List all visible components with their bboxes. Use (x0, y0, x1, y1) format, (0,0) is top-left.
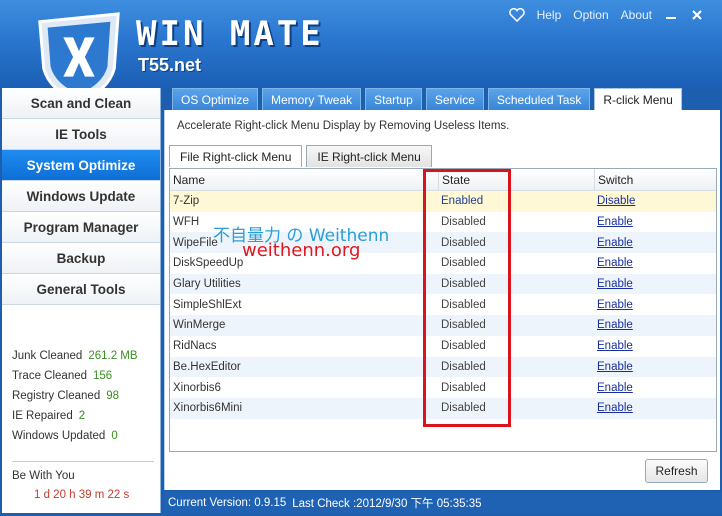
page-description: Accelerate Right-click Menu Display by R… (177, 120, 510, 132)
row-name: Glary Utilities (173, 278, 241, 291)
stat-ie-repaired: IE Repaired 2 (12, 406, 152, 426)
app-subtitle: T55.net (138, 55, 202, 75)
row-state: Disabled (441, 381, 486, 394)
sidebar-item-scan-and-clean[interactable]: Scan and Clean (2, 88, 160, 119)
stat-label: IE Repaired (12, 410, 73, 422)
minimize-icon[interactable] (664, 8, 678, 22)
table-row[interactable]: Xinorbis6 Disabled Enable (170, 377, 716, 398)
option-link[interactable]: Option (573, 8, 608, 22)
main-tabs: OS Optimize Memory Tweak Startup Service… (172, 88, 682, 110)
row-state: Disabled (441, 360, 486, 373)
stats-panel: Junk Cleaned 261.2 MB Trace Cleaned 156 Re… (12, 346, 152, 446)
help-link[interactable]: Help (537, 8, 562, 22)
row-switch-link[interactable]: Enable (597, 402, 633, 414)
watermark-url: weithenn.org (242, 240, 361, 261)
stat-label: Registry Cleaned (12, 390, 101, 402)
sidebar-item-windows-update[interactable]: Windows Update (2, 181, 160, 212)
stat-label: Trace Cleaned (12, 370, 88, 382)
row-name: RidNacs (173, 340, 217, 353)
stat-registry-cleaned: Registry Cleaned 98 (12, 386, 152, 406)
row-state: Disabled (441, 278, 486, 291)
row-state: Disabled (441, 319, 486, 332)
column-header-state[interactable]: State (438, 169, 594, 190)
row-switch-link[interactable]: Enable (597, 361, 633, 373)
row-name: Xinorbis6Mini (173, 402, 243, 415)
uptime-value: 1 d 20 h 39 m 22 s (34, 489, 130, 501)
column-header-switch[interactable]: Switch (594, 169, 716, 190)
subtab-file-right-click-menu[interactable]: File Right-click Menu (169, 145, 303, 167)
row-name: SimpleShlExt (173, 298, 242, 311)
heart-icon[interactable] (508, 8, 525, 22)
table-header: Name State Switch (170, 169, 716, 191)
row-state: Disabled (441, 216, 486, 229)
stat-value: 98 (106, 390, 120, 402)
tab-scheduled-task[interactable]: Scheduled Task (487, 88, 591, 110)
stat-label: Windows Updated (12, 430, 106, 442)
close-icon[interactable] (690, 8, 704, 22)
be-with-you-label: Be With You (12, 470, 75, 482)
row-state: Disabled (441, 340, 486, 353)
row-name: 7-Zip (173, 195, 200, 208)
row-switch-link[interactable]: Enable (597, 278, 633, 290)
last-check: Last Check :2012/9/30 下午 05:35:35 (292, 498, 482, 510)
row-switch-link[interactable]: Enable (597, 237, 633, 249)
sidebar-item-general-tools[interactable]: General Tools (2, 274, 160, 305)
row-state: Disabled (441, 257, 486, 270)
top-links: Help Option About (508, 8, 704, 22)
tab-service[interactable]: Service (425, 88, 484, 110)
row-switch-link[interactable]: Disable (597, 195, 635, 207)
current-version: Current Version: 0.9.15 (168, 497, 287, 509)
row-name: Be.HexEditor (173, 360, 241, 373)
menu-items-table: Name State Switch 7-Zip Enabled Disable WFH… (169, 168, 717, 452)
tab-r-click-menu[interactable]: R-click Menu (594, 88, 682, 110)
row-switch-link[interactable]: Enable (597, 257, 633, 269)
row-switch-link[interactable]: Enable (597, 382, 633, 394)
sub-tabs: File Right-click Menu IE Right-click Men… (169, 145, 432, 167)
app-header: WIN MATE T55.net Help Option About (0, 0, 722, 104)
row-switch-link[interactable]: Enable (597, 340, 633, 352)
status-bar: Current Version: 0.9.15 Last Check :2012… (164, 492, 722, 514)
tab-memory-tweak[interactable]: Memory Tweak (262, 88, 362, 110)
sidebar-item-system-optimize[interactable]: System Optimize (2, 150, 160, 181)
row-name: WinMerge (173, 319, 226, 332)
sidebar-item-backup[interactable]: Backup (2, 243, 160, 274)
row-switch-link[interactable]: Enable (597, 319, 633, 331)
row-state: Disabled (441, 236, 486, 249)
row-state: Disabled (441, 402, 486, 415)
refresh-button[interactable]: Refresh (645, 459, 708, 483)
table-row[interactable]: Glary Utilities Disabled Enable (170, 273, 716, 295)
row-state: Enabled (441, 195, 484, 208)
stat-trace-cleaned: Trace Cleaned 156 (12, 366, 152, 386)
stat-value: 0 (111, 430, 118, 442)
stat-windows-updated: Windows Updated 0 (12, 426, 152, 446)
stat-value: 156 (93, 370, 113, 382)
table-row[interactable]: Xinorbis6Mini Disabled Enable (170, 397, 716, 419)
row-switch-link[interactable]: Enable (597, 299, 633, 311)
subtab-ie-right-click-menu[interactable]: IE Right-click Menu (306, 145, 432, 167)
divider (12, 461, 154, 462)
sidebar: Scan and Clean IE Tools System Optimize … (2, 88, 161, 513)
sidebar-item-program-manager[interactable]: Program Manager (2, 212, 160, 243)
row-name: Xinorbis6 (173, 381, 221, 394)
table-row[interactable]: RidNacs Disabled Enable (170, 336, 716, 357)
app-title: WIN MATE (136, 14, 324, 54)
table-row[interactable]: Be.HexEditor Disabled Enable (170, 356, 716, 378)
row-switch-link[interactable]: Enable (597, 216, 633, 228)
table-row[interactable]: SimpleShlExt Disabled Enable (170, 294, 716, 315)
column-header-name[interactable]: Name (170, 173, 438, 187)
stat-label: Junk Cleaned (12, 350, 83, 362)
table-row[interactable]: 7-Zip Enabled Disable (170, 191, 716, 212)
table-row[interactable]: WinMerge Disabled Enable (170, 315, 716, 336)
row-state: Disabled (441, 298, 486, 311)
main-content: Accelerate Right-click Menu Display by R… (164, 110, 720, 490)
tab-os-optimize[interactable]: OS Optimize (172, 88, 259, 110)
stat-value: 2 (78, 410, 86, 422)
stat-value: 261.2 MB (88, 350, 138, 362)
sidebar-item-ie-tools[interactable]: IE Tools (2, 119, 160, 150)
tab-startup[interactable]: Startup (365, 88, 422, 110)
about-link[interactable]: About (621, 8, 652, 22)
stat-junk-cleaned: Junk Cleaned 261.2 MB (12, 346, 152, 366)
